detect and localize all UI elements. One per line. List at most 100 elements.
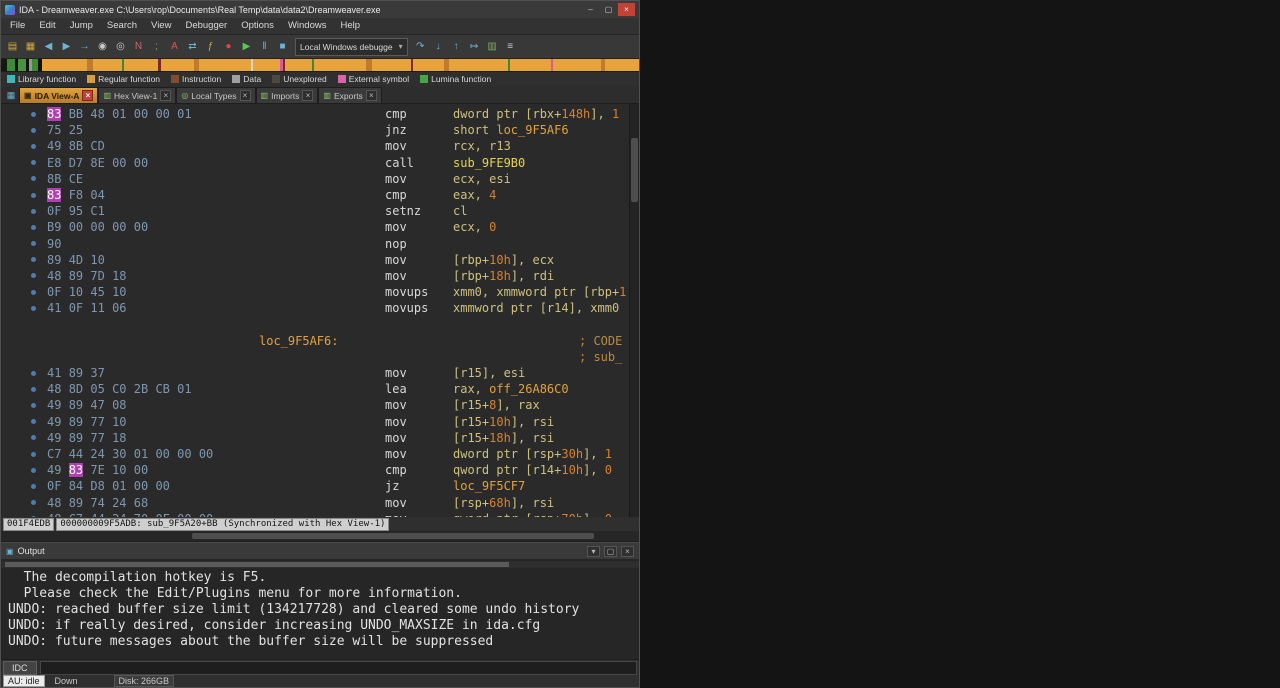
functions-icon[interactable]: ƒ <box>202 38 219 55</box>
output-console[interactable]: The decompilation hotkey is F5. Please c… <box>1 559 639 659</box>
navigation-band[interactable] <box>1 59 640 72</box>
panel-close-icon[interactable]: × <box>621 545 634 557</box>
run-to-cursor-icon[interactable]: ↦ <box>466 38 483 55</box>
legend-data: Data <box>232 74 261 84</box>
rename-icon[interactable]: N <box>130 38 147 55</box>
scrollbar-thumb[interactable] <box>192 533 595 539</box>
legend-label: Data <box>243 74 262 84</box>
listing-row[interactable]: B9 00 00 00 00 mov ecx, 0 <box>1 219 639 235</box>
listing-label-row[interactable]: loc_9F5AF6: ; CODE <box>1 333 639 349</box>
window-list-icon[interactable]: ▦ <box>3 88 19 103</box>
mnemonic: jnz <box>385 123 407 138</box>
listing-row[interactable]: 0F 10 45 10 movups xmm0, xmmword ptr [rbp… <box>1 284 639 300</box>
listing-row[interactable]: 48 C7 44 24 70 0F 00 00 movqword ptr [rs… <box>1 511 639 517</box>
tab-label: Hex View-1 <box>114 90 158 101</box>
output-horizontal-scrollbar[interactable] <box>1 561 639 568</box>
operands: [rbp+10h], ecx <box>453 252 555 267</box>
tab-local-types[interactable]: ◎Local Types× <box>176 87 256 103</box>
listing-row[interactable]: 0F 95 C1 setnz cl <box>1 203 639 219</box>
listing-comment-row[interactable]: ; sub_ <box>1 349 639 365</box>
step-into-icon[interactable]: ↓ <box>430 38 447 55</box>
listing-row[interactable]: 48 89 74 24 68 mov [rsp+68h], rsi <box>1 495 639 511</box>
listing-row[interactable]: 83 BB 48 01 00 00 01 cmp dword ptr [rbx+1… <box>1 106 639 122</box>
scripts-icon[interactable]: ≡ <box>502 38 519 55</box>
menu-search[interactable]: Search <box>100 18 144 34</box>
listing-row[interactable]: 41 0F 11 06 movups xmmword ptr [r14], xmm… <box>1 300 639 316</box>
listing-row[interactable]: 90 nop <box>1 236 639 252</box>
menu-windows[interactable]: Windows <box>281 18 334 34</box>
line-dot-icon <box>31 208 36 214</box>
debugger-selector[interactable]: Local Windows debugge ▾ <box>295 37 408 56</box>
listing-row[interactable]: E8 D7 8E 00 00 call sub_9FE9B0 <box>1 155 639 171</box>
open-file-icon[interactable]: ▤ <box>4 38 21 55</box>
pause-icon[interactable]: ‖ <box>256 38 273 55</box>
listing-row[interactable]: 49 83 7E 10 00 cmp qword ptr [r14+10h], 0 <box>1 462 639 478</box>
line-dot-icon <box>31 500 36 506</box>
run-icon[interactable]: ▶ <box>238 38 255 55</box>
listing-row[interactable]: 41 89 37 mov [r15], esi <box>1 365 639 381</box>
stop-icon[interactable]: ■ <box>274 38 291 55</box>
panel-float-icon[interactable]: ▢ <box>604 545 617 557</box>
tab-close-icon[interactable]: × <box>365 90 377 101</box>
tab-imports[interactable]: ▥Imports× <box>255 87 319 103</box>
jump-address-icon[interactable]: → <box>76 38 93 55</box>
menu-view[interactable]: View <box>144 18 178 34</box>
listing-row[interactable]: 48 89 7D 18 mov [rbp+18h], rdi <box>1 268 639 284</box>
menu-jump[interactable]: Jump <box>63 18 100 34</box>
navband-segment <box>6 59 15 71</box>
legend-label: Regular function <box>98 74 161 84</box>
menu-help[interactable]: Help <box>333 18 367 34</box>
back-icon[interactable]: ◀ <box>40 38 57 55</box>
tab-exports[interactable]: ▥Exports× <box>318 87 382 103</box>
search-binary-icon[interactable]: ◉ <box>94 38 111 55</box>
close-button[interactable]: × <box>618 3 635 16</box>
breakpoint-icon[interactable]: ● <box>220 38 237 55</box>
forward-icon[interactable]: ▶ <box>58 38 75 55</box>
cli-input[interactable] <box>39 660 637 675</box>
colorize-icon[interactable]: A <box>166 38 183 55</box>
titlebar[interactable]: IDA - Dreamweaver.exe C:\Users\rop\Docum… <box>1 1 639 18</box>
output-panel-header[interactable]: ▣ Output ▾ ▢ × <box>1 542 639 559</box>
listing-gutter <box>1 155 47 171</box>
listing-row[interactable]: 49 89 47 08 mov [r15+8], rax <box>1 397 639 413</box>
tab-hex-view-1[interactable]: ▥Hex View-1× <box>98 87 177 103</box>
tab-close-icon[interactable]: × <box>239 90 251 101</box>
save-database-icon[interactable]: ▦ <box>22 38 39 55</box>
listing-row[interactable]: 8B CE mov ecx, esi <box>1 171 639 187</box>
listing-row[interactable]: 89 4D 10 mov [rbp+10h], ecx <box>1 252 639 268</box>
step-over-icon[interactable]: ↷ <box>412 38 429 55</box>
listing-row[interactable]: 49 89 77 10 mov [r15+10h], rsi <box>1 414 639 430</box>
menu-file[interactable]: File <box>3 18 32 34</box>
listing-row[interactable]: 0F 84 D8 01 00 00 jz loc_9F5CF7 <box>1 478 639 494</box>
menu-edit[interactable]: Edit <box>32 18 62 34</box>
xrefs-icon[interactable]: ⇄ <box>184 38 201 55</box>
listing-blank-row[interactable] <box>1 316 639 332</box>
menu-options[interactable]: Options <box>234 18 281 34</box>
menu-debugger[interactable]: Debugger <box>178 18 234 34</box>
tab-close-icon[interactable]: × <box>82 90 94 101</box>
step-out-icon[interactable]: ↑ <box>448 38 465 55</box>
scrollbar-thumb[interactable] <box>5 562 510 567</box>
disk-free: Disk: 266GB <box>113 675 175 687</box>
legend-bar: Library function Regular function Instruct… <box>1 72 639 86</box>
horizontal-scrollbar[interactable] <box>1 531 639 542</box>
listing-row[interactable]: 49 8B CD mov rcx, r13 <box>1 138 639 154</box>
tab-ida-view-a[interactable]: ▣IDA View-A× <box>19 87 99 103</box>
debugger-windows-icon[interactable]: ▥ <box>484 38 501 55</box>
maximize-button[interactable]: ▢ <box>600 3 617 16</box>
listing-row[interactable]: 83 F8 04 cmp eax, 4 <box>1 187 639 203</box>
listing-row[interactable]: C7 44 24 30 01 00 00 00 mov dword ptr [rs… <box>1 446 639 462</box>
listing-row[interactable]: 75 25 jnz short loc_9F5AF6 <box>1 122 639 138</box>
listing-row[interactable]: 49 89 77 18 mov [r15+18h], rsi <box>1 430 639 446</box>
tab-close-icon[interactable]: × <box>160 90 172 101</box>
regular-function-swatch <box>87 75 96 83</box>
listing-row[interactable]: 48 8D 05 C0 2B CB 01 lea rax, off_26A86C0 <box>1 381 639 397</box>
panel-menu-icon[interactable]: ▾ <box>587 545 600 557</box>
search-text-icon[interactable]: ◎ <box>112 38 129 55</box>
minimize-button[interactable]: – <box>582 3 599 16</box>
tab-close-icon[interactable]: × <box>302 90 314 101</box>
disassembly-view[interactable]: 83 BB 48 01 00 00 01 cmp dword ptr [rbx+1… <box>1 104 639 517</box>
comment-icon[interactable]: ; <box>148 38 165 55</box>
output-line: The decompilation hotkey is F5. <box>8 570 267 585</box>
cli-selector-button[interactable]: IDC <box>3 660 37 675</box>
